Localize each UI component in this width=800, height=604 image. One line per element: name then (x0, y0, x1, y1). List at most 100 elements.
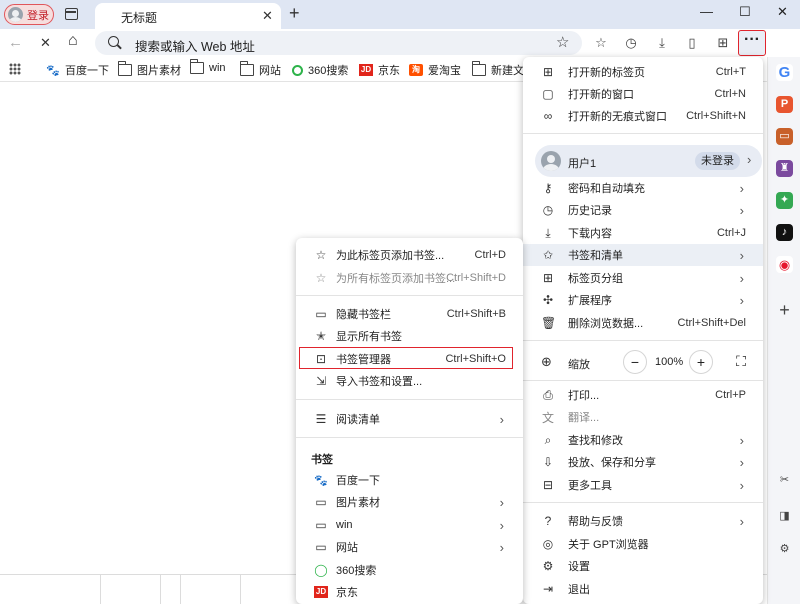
menu-item-more-tools[interactable]: ⊟ 更多工具 › (523, 474, 763, 496)
menu-item-import-bookmarks[interactable]: ⇲ 导入书签和设置... (296, 370, 523, 392)
menu-item-cast-save-share[interactable]: ⇩ 投放、保存和分享 › (523, 451, 763, 473)
menu-bookmark-item[interactable]: 🐾 百度一下 (296, 469, 523, 491)
menu-item-incognito[interactable]: ∞ 打开新的无痕式窗口 Ctrl+Shift+N (523, 105, 763, 127)
menu-item-extensions[interactable]: ✣ 扩展程序 › (523, 289, 763, 311)
menu-item-label: 打开新的标签页 (568, 67, 645, 79)
menu-item-history[interactable]: ◷ 历史记录 › (523, 199, 763, 221)
download-icon[interactable]: ⤓ (654, 35, 670, 51)
menu-bookmark-folder[interactable]: ▭ 网站 › (296, 536, 523, 558)
chevron-right-icon: › (739, 432, 744, 448)
favorites-icon[interactable]: ☆ (593, 35, 609, 51)
menu-separator (296, 437, 523, 438)
star-add-icon: ☆ (315, 271, 327, 285)
reading-mode-icon[interactable]: ▯ (684, 35, 700, 51)
menu-separator (523, 502, 763, 503)
address-bar[interactable]: 搜索或输入 Web 地址 ☆ (95, 31, 582, 55)
menu-bookmark-item[interactable]: JD 京东 (296, 581, 523, 603)
menu-item-help[interactable]: ? 帮助与反馈 › (523, 510, 763, 532)
menu-item-label: win (336, 519, 353, 531)
history-icon[interactable]: ◷ (623, 35, 639, 51)
maximize-button[interactable]: ☐ (739, 4, 751, 20)
add-icon[interactable]: + (776, 301, 793, 319)
menu-item-new-window[interactable]: ▢ 打开新的窗口 Ctrl+N (523, 83, 763, 105)
menu-item-label: 360搜索 (336, 565, 377, 577)
menu-item-translate[interactable]: 文 翻译... (523, 406, 763, 428)
menu-item-bookmarks-lists[interactable]: ✩ 书签和清单 › (523, 244, 763, 266)
bookmark-folder[interactable]: 网站 (240, 61, 281, 78)
new-tab-button[interactable]: + (289, 3, 300, 24)
page-gridline (100, 574, 101, 604)
more-menu-button[interactable]: ··· (738, 30, 766, 56)
chevron-right-icon: › (499, 411, 504, 427)
bookmark-item[interactable]: JD 京东 (359, 62, 400, 78)
menu-item-tab-groups[interactable]: ⊞ 标签页分组 › (523, 267, 763, 289)
menu-item-downloads[interactable]: ⤓ 下载内容 Ctrl+J (523, 222, 763, 244)
menu-item-shortcut: Ctrl+P (715, 389, 746, 401)
menu-item-print[interactable]: ⎙ 打印... Ctrl+P (523, 384, 763, 406)
avatar-icon (8, 7, 23, 22)
user-profile-row[interactable]: 用户1 未登录 › (535, 145, 762, 177)
star-icon: ☆ (315, 248, 327, 262)
tab-close-icon[interactable]: ✕ (262, 8, 273, 24)
screenshot-icon[interactable]: ✂ (776, 472, 793, 489)
tiktok-icon[interactable]: ♪ (776, 224, 793, 241)
home-button[interactable]: ⌂ (68, 32, 78, 50)
settings-icon[interactable]: ⚙ (776, 541, 793, 558)
zoom-in-button[interactable]: + (689, 350, 713, 374)
bookmark-folder[interactable]: win (190, 59, 226, 74)
print-icon: ⎙ (543, 387, 553, 402)
stop-button[interactable]: ✕ (40, 35, 51, 51)
office-icon[interactable]: P (776, 96, 793, 113)
zoom-out-button[interactable]: − (623, 350, 647, 374)
toolbox-icon[interactable]: ⊞ (715, 35, 731, 51)
menu-item-bookmark-all-tabs[interactable]: ☆ 为所有标签页添加书签... Ctrl+Shift+D (296, 267, 523, 289)
menu-item-bookmark-this-tab[interactable]: ☆ 为此标签页添加书签... Ctrl+D (296, 244, 523, 266)
fullscreen-button[interactable]: ⛶ (729, 350, 753, 374)
menu-bookmark-folder[interactable]: ▭ 图片素材 › (296, 491, 523, 513)
login-status-badge: 未登录 (695, 152, 740, 170)
game-icon[interactable]: ♜ (776, 160, 793, 177)
menu-item-label: 打开新的窗口 (568, 89, 634, 101)
menu-item-show-all-bookmarks[interactable]: ✭ 显示所有书签 (296, 325, 523, 347)
menu-item-settings[interactable]: ⚙ 设置 (523, 555, 763, 577)
puzzle-icon: ✣ (542, 293, 554, 307)
back-button[interactable]: ← (8, 34, 23, 51)
menu-bookmark-folder[interactable]: ▭ win › (296, 514, 523, 536)
bookmark-star-icon[interactable]: ☆ (556, 33, 569, 51)
menu-item-label: 设置 (568, 561, 590, 573)
toolbox-icon[interactable]: ▭ (776, 128, 793, 145)
menu-item-passwords[interactable]: ⚷ 密码和自动填充 › (523, 177, 763, 199)
menu-separator (523, 340, 763, 341)
menu-item-shortcut: Ctrl+T (715, 66, 746, 78)
menu-item-clear-data[interactable]: 🗑 删除浏览数据... Ctrl+Shift+Del (523, 312, 763, 334)
bookmark-item[interactable]: 🐾 百度一下 (46, 62, 109, 78)
window-close-button[interactable]: ✕ (777, 4, 788, 20)
tab-title: 无标题 (121, 11, 158, 25)
apps-grid-icon[interactable] (9, 63, 21, 75)
menu-item-label: 书签和清单 (568, 250, 623, 262)
menu-item-label: 打印... (568, 390, 600, 402)
menu-bookmark-item[interactable]: ◯ 360搜索 (296, 559, 523, 581)
active-tab[interactable]: 无标题 ✕ (95, 3, 281, 29)
profile-login-button[interactable]: 登录 (4, 4, 54, 25)
menu-item-hide-bookmarks-bar[interactable]: ▭ 隐藏书签栏 Ctrl+Shift+B (296, 303, 523, 325)
menu-item-exit[interactable]: ⇥ 退出 (523, 578, 763, 600)
minimize-button[interactable]: — (700, 4, 713, 19)
menu-item-about[interactable]: ◎ 关于 GPT浏览器 (523, 533, 763, 555)
tab-actions-button[interactable] (64, 6, 80, 22)
bookmark-item[interactable]: 淘爱淘宝 (409, 62, 461, 78)
bookmark-label: win (209, 62, 226, 74)
bookmark-folder[interactable]: 图片素材 (118, 61, 181, 78)
menu-item-find-edit[interactable]: ⌕ 查找和修改 › (523, 429, 763, 451)
menu-item-label: 投放、保存和分享 (568, 457, 656, 469)
weibo-icon[interactable]: ◉ (776, 256, 793, 273)
bookmark-item[interactable]: 360搜索 (292, 62, 348, 78)
google-icon[interactable]: G (776, 64, 793, 81)
menu-item-new-tab[interactable]: ⊞ 打开新的标签页 Ctrl+T (523, 61, 763, 83)
chevron-right-icon: › (739, 454, 744, 470)
sidebar-toggle-icon[interactable]: ◨ (776, 508, 793, 525)
apps-icon[interactable]: ✦ (776, 192, 793, 209)
star-filled-icon: ✭ (315, 329, 327, 343)
bookmarks-bar-icon: ▭ (315, 307, 327, 321)
menu-item-reading-list[interactable]: ☰ 阅读清单 › (296, 408, 523, 430)
